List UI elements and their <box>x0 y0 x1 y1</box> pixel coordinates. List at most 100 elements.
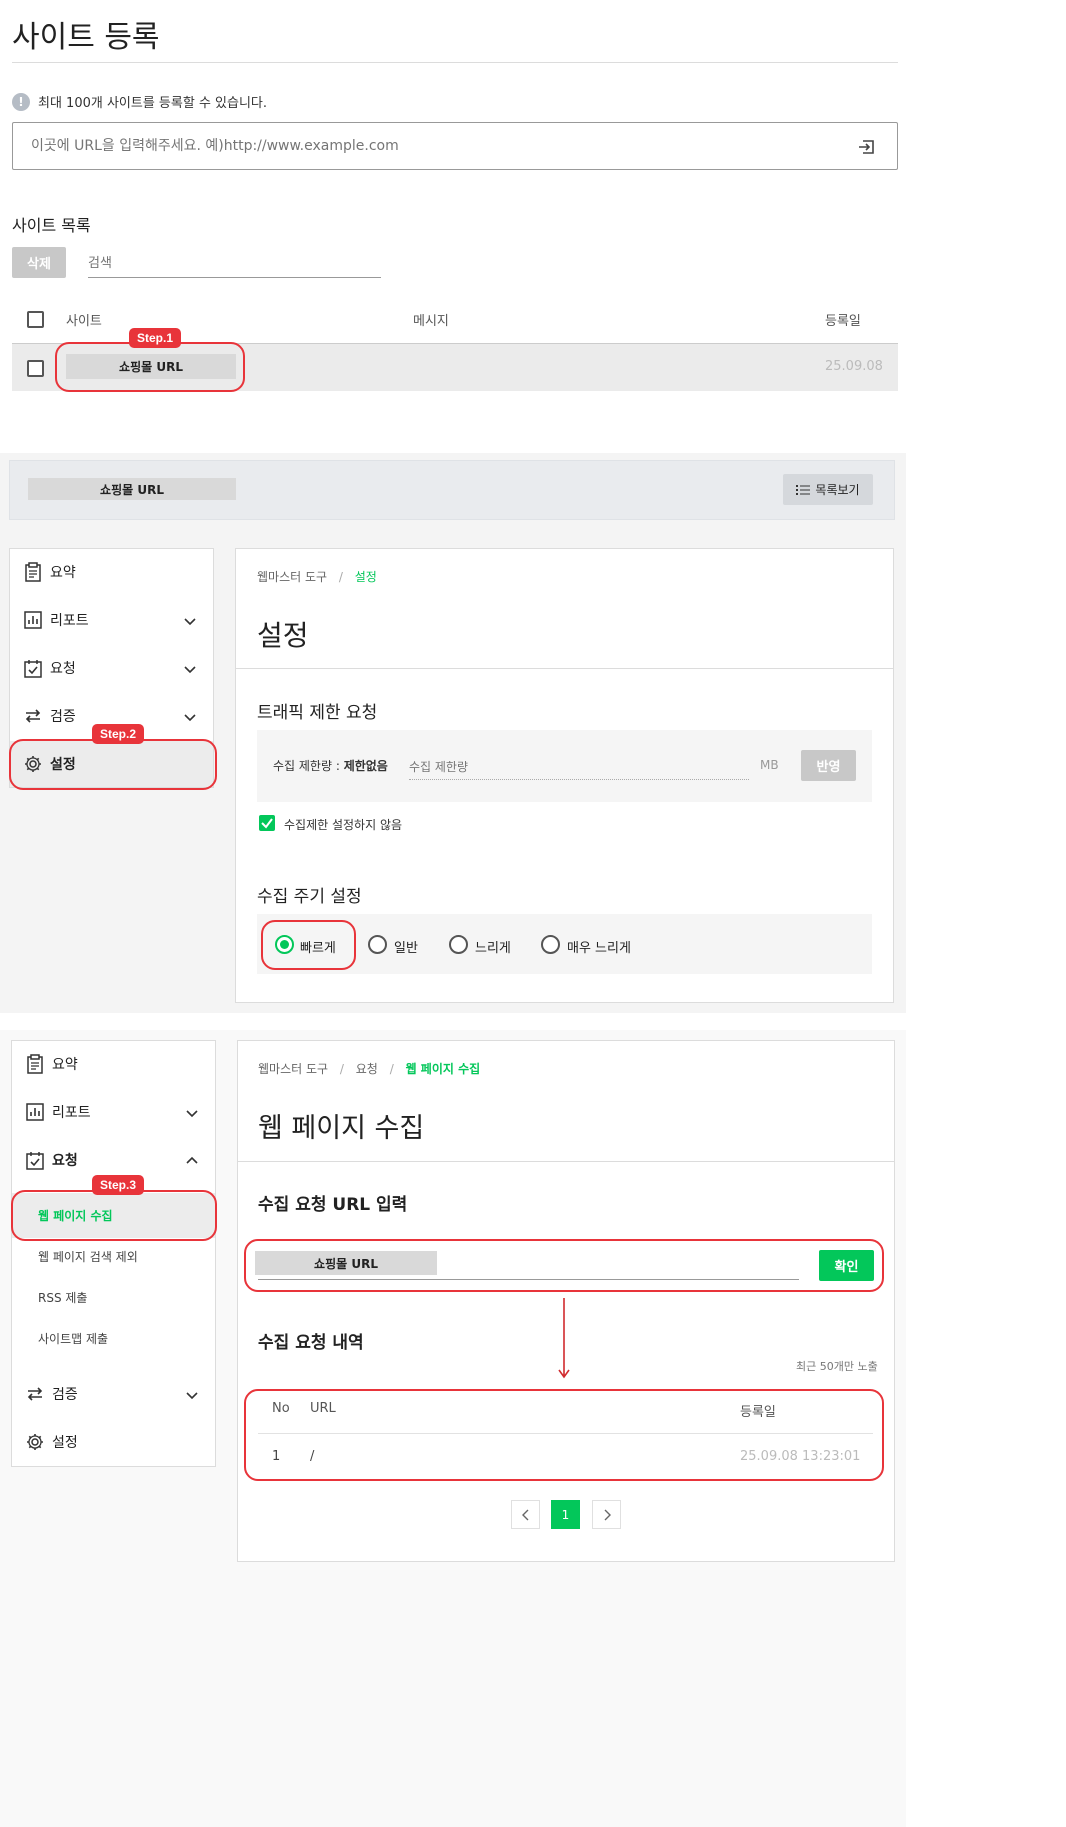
sidebar-item-report[interactable]: 리포트 <box>26 1102 91 1122</box>
breadcrumb: 웹마스터 도구 / 요청 / 웹 페이지 수집 <box>258 1060 480 1077</box>
bar-chart-icon <box>24 611 42 629</box>
traffic-title: 트래픽 제한 요청 <box>257 703 378 723</box>
step3-highlight <box>11 1190 217 1241</box>
input-title: 수집 요청 URL 입력 <box>258 1195 408 1215</box>
radio-very-slow[interactable] <box>541 935 560 954</box>
breadcrumb-root[interactable]: 웹마스터 도구 <box>257 570 327 584</box>
swap-icon <box>27 1387 43 1401</box>
no-limit-checkbox[interactable] <box>259 815 275 831</box>
delete-button[interactable]: 삭제 <box>12 247 66 278</box>
pagination-next[interactable] <box>592 1500 621 1529</box>
sidebar-item-label: 리포트 <box>52 1105 91 1121</box>
sidebar-item-verify[interactable]: 검증 <box>26 1384 78 1404</box>
clipboard-icon <box>25 562 41 582</box>
pagination-prev[interactable] <box>511 1500 540 1529</box>
breadcrumb-root[interactable]: 웹마스터 도구 <box>258 1062 328 1076</box>
radio-normal[interactable] <box>368 935 387 954</box>
breadcrumb-mid[interactable]: 요청 <box>356 1062 378 1076</box>
select-all-checkbox[interactable] <box>27 311 44 328</box>
step2-badge: Step.2 <box>92 724 145 744</box>
sidebar-item-report[interactable]: 리포트 <box>24 610 89 630</box>
step2-highlight <box>9 739 217 790</box>
chevron-down-icon[interactable] <box>183 710 197 724</box>
info-icon: ! <box>12 92 30 111</box>
no-limit-label: 수집제한 설정하지 않음 <box>284 818 403 832</box>
apply-button[interactable]: 반영 <box>801 750 856 781</box>
history-highlight <box>244 1389 884 1481</box>
sidebar-item-label: 요청 <box>50 661 76 677</box>
breadcrumb-sep: / <box>338 570 343 584</box>
arrow-down-icon <box>558 1298 570 1379</box>
radio-slow[interactable] <box>449 935 468 954</box>
subitem-sitemap[interactable]: 사이트맵 제출 <box>38 1330 108 1347</box>
step1-badge: Step.1 <box>129 328 182 348</box>
sidebar-item-request[interactable]: 요청 <box>26 1150 78 1170</box>
pagination-page[interactable]: 1 <box>551 1500 580 1529</box>
unit-label: MB <box>760 758 779 772</box>
row-checkbox[interactable] <box>27 360 44 377</box>
row-date: 25.09.08 <box>825 359 883 374</box>
column-date: 등록일 <box>825 314 861 329</box>
sidebar-item-label: 요약 <box>52 1057 78 1073</box>
settings-title: 설정 <box>257 619 309 652</box>
sidebar-item-request[interactable]: 요청 <box>24 658 76 678</box>
chevron-down-icon[interactable] <box>183 662 197 676</box>
list-view-button[interactable]: 목록보기 <box>783 474 873 505</box>
title-divider <box>12 62 898 63</box>
sidebar-item-label: 요약 <box>50 565 76 581</box>
sidebar-item-label: 리포트 <box>50 613 89 629</box>
sidebar-item-label: 검증 <box>52 1387 78 1403</box>
column-message: 메시지 <box>413 314 449 329</box>
notice-row: ! 최대 100개 사이트를 등록할 수 있습니다. <box>12 92 267 111</box>
chevron-right-icon <box>604 1509 611 1520</box>
site-list-title: 사이트 목록 <box>12 216 91 235</box>
settings-divider <box>236 668 893 669</box>
list-view-label: 목록보기 <box>815 483 860 497</box>
list-icon <box>796 484 811 495</box>
subitem-rss[interactable]: RSS 제출 <box>38 1289 87 1306</box>
swap-icon <box>25 709 41 723</box>
history-title: 수집 요청 내역 <box>258 1333 364 1353</box>
bar-chart-icon <box>26 1103 44 1121</box>
sidebar-item-label: 검증 <box>50 709 76 725</box>
chevron-down-icon[interactable] <box>185 1106 199 1120</box>
collect-title: 웹 페이지 수집 <box>258 1113 425 1144</box>
breadcrumb-sep: / <box>339 1062 344 1076</box>
sidebar-item-label: 설정 <box>52 1435 78 1451</box>
clipboard-icon <box>27 1054 43 1074</box>
chevron-up-icon[interactable] <box>185 1154 199 1168</box>
radio-normal-label: 일반 <box>394 941 418 956</box>
url-input-highlight <box>244 1239 884 1292</box>
page-title: 사이트 등록 <box>12 20 160 55</box>
gear-icon <box>27 1434 43 1450</box>
column-site: 사이트 <box>66 314 102 329</box>
sidebar-item-summary[interactable]: 요약 <box>24 562 76 582</box>
limit-value: 제한없음 <box>343 759 388 773</box>
radio-very-slow-label: 매우 느리게 <box>567 941 631 956</box>
cycle-title: 수집 주기 설정 <box>257 887 362 907</box>
limit-label: 수집 제한량 : 제한없음 <box>273 759 388 773</box>
breadcrumb-current: 설정 <box>354 570 377 584</box>
radio-slow-label: 느리게 <box>475 941 511 956</box>
sidebar-item-verify[interactable]: 검증 <box>24 706 76 726</box>
search-input[interactable] <box>88 250 381 278</box>
breadcrumb-current: 웹 페이지 수집 <box>405 1062 481 1076</box>
sidebar-item-summary[interactable]: 요약 <box>26 1054 78 1074</box>
calendar-check-icon <box>24 659 42 678</box>
step3-badge: Step.3 <box>92 1175 145 1195</box>
chevron-left-icon <box>521 1509 528 1520</box>
chevron-down-icon[interactable] <box>183 614 197 628</box>
limit-input[interactable] <box>409 754 749 780</box>
notice-text: 최대 100개 사이트를 등록할 수 있습니다. <box>38 96 268 111</box>
url-input[interactable] <box>31 135 811 157</box>
sidebar-item-settings[interactable]: 설정 <box>26 1432 78 1452</box>
breadcrumb-sep: / <box>389 1062 394 1076</box>
current-site-chip: 쇼핑몰 URL <box>28 478 236 500</box>
fast-highlight <box>261 920 356 970</box>
check-icon <box>261 818 273 829</box>
collect-divider <box>238 1161 894 1162</box>
chevron-down-icon[interactable] <box>185 1388 199 1402</box>
subitem-exclude-search[interactable]: 웹 페이지 검색 제외 <box>38 1248 138 1265</box>
enter-icon[interactable] <box>857 137 877 157</box>
url-input-box[interactable] <box>12 122 898 170</box>
